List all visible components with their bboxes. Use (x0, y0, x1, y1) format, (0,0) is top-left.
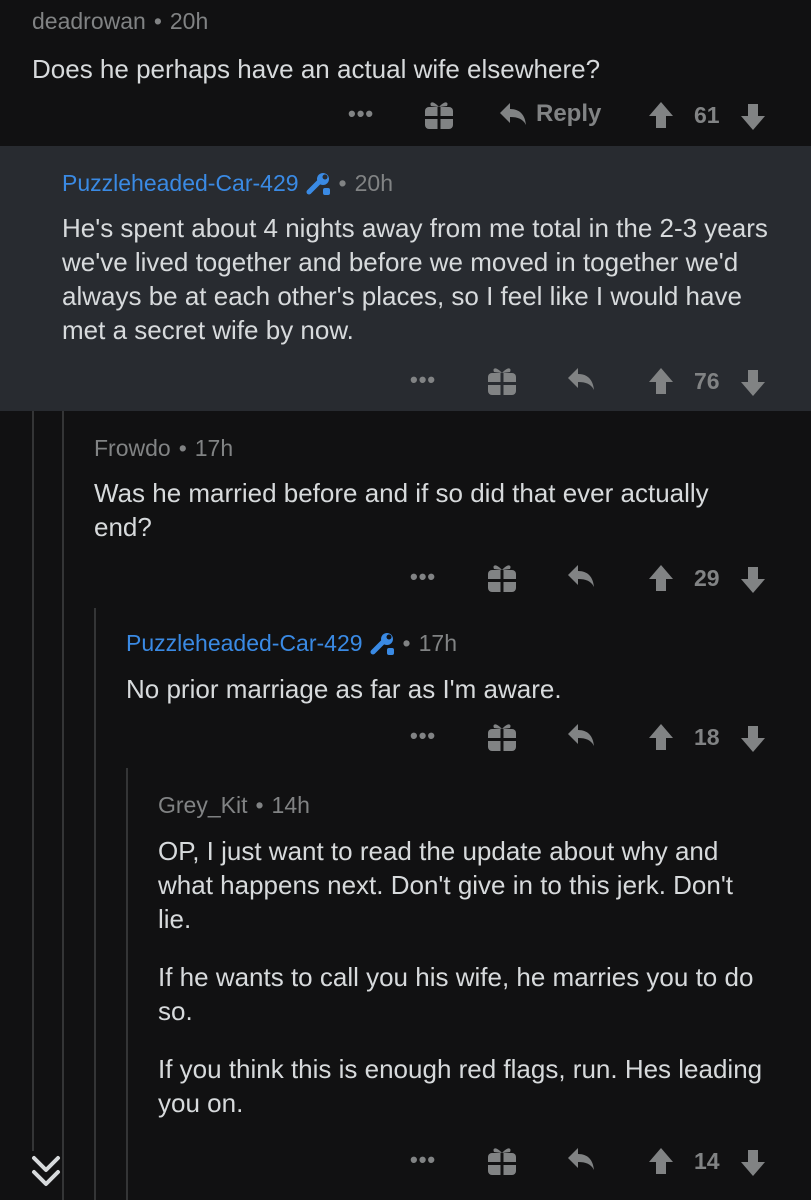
comment-actions: ••• Reply 61 (0, 96, 811, 136)
username[interactable]: Grey_Kit (158, 792, 247, 818)
upvote-icon[interactable] (648, 1146, 674, 1176)
vote-count: 18 (694, 724, 720, 750)
username[interactable]: Frowdo (94, 435, 171, 461)
comment-deadrowan: deadrowan • 20h Does he perhaps have an ac… (0, 0, 811, 142)
comment-actions: ••• 29 (0, 559, 811, 599)
comment-meta: deadrowan • 20h (32, 8, 209, 34)
downvote-icon[interactable] (740, 102, 766, 132)
reply-label: Reply (536, 100, 602, 127)
comment-frowdo: Frowdo • 17h Was he married before and if … (0, 411, 811, 608)
comment-age: 20h (169, 8, 209, 34)
comment-grey-kit: Grey_Kit • 14h OP, I just want to read the… (0, 768, 811, 1200)
comment-meta: Frowdo • 17h (94, 435, 234, 461)
upvote-icon[interactable] (648, 100, 674, 130)
comment-meta: Puzzleheaded-Car-429 • 20h (62, 170, 393, 196)
reply-button[interactable]: Reply (498, 100, 601, 128)
reply-icon[interactable] (566, 366, 596, 392)
award-icon[interactable] (423, 98, 455, 132)
comment-actions: ••• 76 (0, 362, 811, 402)
comment-body: OP, I just want to read the update about… (158, 834, 768, 1144)
vote-count: 61 (694, 102, 720, 128)
comment-age: 14h (271, 792, 310, 818)
award-icon[interactable] (486, 364, 518, 398)
comment-meta: Puzzleheaded-Car-429 • 17h (126, 630, 457, 656)
vote-count: 14 (694, 1148, 720, 1174)
mod-wrench-icon (370, 632, 394, 655)
collapse-thread-button[interactable] (26, 1150, 66, 1194)
upvote-icon[interactable] (648, 366, 674, 396)
comment-paragraph: OP, I just want to read the update about… (158, 836, 734, 934)
username[interactable]: Puzzleheaded-Car-429 (126, 630, 363, 656)
comment-age: 17h (194, 435, 234, 461)
comment-age: 20h (354, 170, 393, 196)
downvote-icon[interactable] (740, 1148, 766, 1178)
reply-icon[interactable] (566, 563, 596, 589)
reply-icon[interactable] (566, 1146, 596, 1172)
reply-icon[interactable] (566, 722, 596, 748)
username[interactable]: deadrowan (32, 8, 146, 34)
award-icon[interactable] (486, 1144, 518, 1178)
vote-count: 76 (694, 368, 720, 394)
comment-paragraph: If you think this is enough red flags, r… (158, 1054, 763, 1118)
comment-op-highlighted: Puzzleheaded-Car-429 • 20h He's spent abou… (0, 146, 811, 411)
downvote-icon[interactable] (740, 565, 766, 595)
username[interactable]: Puzzleheaded-Car-429 (62, 170, 299, 196)
comment-age: 17h (418, 630, 457, 656)
award-icon[interactable] (486, 720, 518, 754)
downvote-icon[interactable] (740, 368, 766, 398)
comment-meta: Grey_Kit • 14h (158, 792, 310, 818)
comment-body: Does he perhaps have an actual wife else… (32, 54, 601, 84)
comment-body: He's spent about 4 nights away from me t… (62, 213, 768, 345)
downvote-icon[interactable] (740, 724, 766, 754)
comment-body: No prior marriage as far as I'm aware. (126, 674, 562, 704)
more-icon[interactable]: ••• (410, 369, 436, 391)
comment-paragraph: If he wants to call you his wife, he mar… (158, 962, 754, 1026)
vote-count: 29 (694, 565, 720, 591)
award-icon[interactable] (486, 561, 518, 595)
upvote-icon[interactable] (648, 722, 674, 752)
more-icon[interactable]: ••• (410, 1149, 436, 1171)
reply-icon (500, 103, 526, 125)
more-icon[interactable]: ••• (410, 725, 436, 747)
comment-op-reply: Puzzleheaded-Car-429 • 17h No prior marria… (0, 608, 811, 768)
comment-body: Was he married before and if so did that… (94, 478, 709, 542)
upvote-icon[interactable] (648, 563, 674, 593)
mod-wrench-icon (306, 172, 330, 195)
comment-actions: ••• 18 (0, 718, 811, 758)
more-icon[interactable]: ••• (348, 103, 374, 125)
more-icon[interactable]: ••• (410, 566, 436, 588)
collapse-chevrons-icon (32, 1156, 60, 1186)
comment-actions: ••• 14 (0, 1142, 811, 1182)
